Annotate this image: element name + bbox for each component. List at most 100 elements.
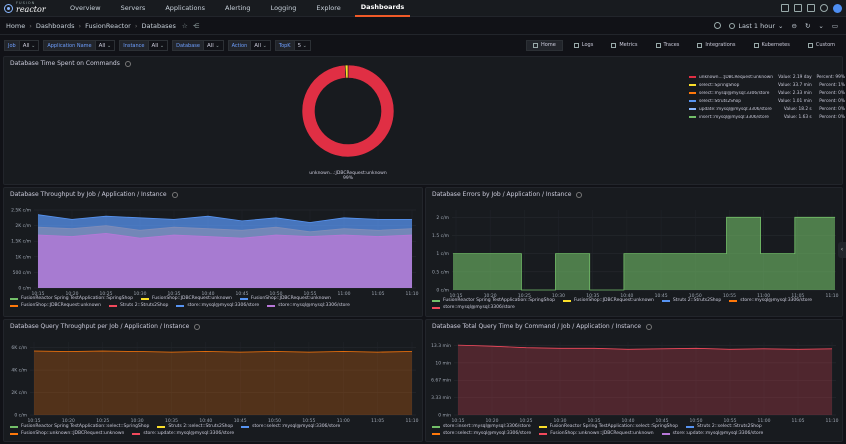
legend-item[interactable]: FusionShop::unknown::JDBCRequest:unknown — [539, 431, 654, 436]
legend-swatch — [432, 432, 440, 435]
y-tick-label: 1K c/m — [15, 254, 31, 260]
legend-item[interactable]: unknown...:JDBCRequest:unknown Value: 2.1… — [689, 73, 845, 81]
chevron-down-icon: ⌄ — [778, 21, 784, 30]
var-database[interactable]: Database All — [172, 39, 224, 51]
legend-item[interactable]: store::mysql@mysql:3306/store — [267, 303, 350, 308]
panel-query-time[interactable]: Database Total Query Time by Command / J… — [425, 319, 843, 442]
star-icon[interactable]: ☆ — [182, 22, 188, 30]
info-icon[interactable] — [576, 191, 583, 198]
legend-item[interactable]: store::select::mysql@mysql:3306/store — [241, 424, 340, 429]
tv-icon[interactable] — [794, 4, 802, 12]
legend-item[interactable]: FusionShop::JDBCRequest:unknown — [140, 296, 232, 301]
legend-item[interactable]: Struts 2::select::Struts2Shop — [686, 424, 762, 429]
legend-value: Value: 2.19 day — [778, 74, 812, 80]
breadcrumb-home[interactable]: Home — [6, 22, 25, 30]
legend-item[interactable]: store::update::mysql@mysql:3306/store — [132, 431, 234, 436]
legend-item[interactable]: insert::mysql@mysql:3306/store Value: 1.6… — [689, 113, 845, 121]
link-home[interactable]: Home — [526, 39, 563, 51]
var-job-value[interactable]: All — [19, 39, 40, 51]
legend-percent: Percent: 0% — [819, 106, 845, 112]
nav-logging[interactable]: Logging — [265, 0, 303, 17]
legend-item[interactable]: FusionReactor Spring TestApplication::se… — [10, 424, 149, 429]
link-logs[interactable]: Logs — [567, 40, 601, 51]
help-icon[interactable] — [820, 4, 828, 12]
var-application-name-value[interactable]: All — [95, 39, 116, 51]
legend-swatch — [10, 425, 18, 428]
legend-item[interactable]: FusionReactor Spring TestApplication::se… — [538, 424, 678, 429]
nav-dashboards[interactable]: Dashboards — [354, 0, 411, 17]
legend-label: Struts 2::Struts2Shop — [672, 298, 722, 303]
collapse-arrow-icon[interactable]: ‹ — [838, 242, 846, 258]
info-icon[interactable] — [646, 323, 653, 330]
legend-item[interactable]: FusionShop::JDBCRequest:unknown — [10, 303, 101, 308]
link-integrations[interactable]: Integrations — [690, 40, 742, 51]
link-metrics[interactable]: Metrics — [604, 40, 644, 51]
var-topk[interactable]: TopK 5 — [274, 39, 311, 51]
fusionreactor-logo[interactable]: FUSION reactor — [0, 0, 56, 17]
tv-mode-icon[interactable]: ▭ — [832, 22, 838, 30]
legend-item[interactable]: FusionReactor Spring TestApplication::Sp… — [10, 296, 133, 301]
settings-icon[interactable] — [714, 22, 722, 29]
panel-title-wrap: Database Query Throughput per Job / Appl… — [10, 323, 201, 330]
legend-item[interactable]: store::select::mysql@mysql:3306/store — [432, 431, 531, 436]
legend-item[interactable]: select::Struts2Shop Value: 1.01 min Percen… — [689, 97, 845, 105]
nav-overview[interactable]: Overview — [64, 0, 107, 17]
breadcrumb-folder[interactable]: FusionReactor — [85, 22, 131, 30]
zoom-out-icon[interactable]: ⊖ — [791, 22, 796, 30]
legend-item[interactable]: store::mysql@mysql:3306/store — [432, 305, 515, 310]
legend-item[interactable]: update::mysql@mysql:3306/store Value: 18.… — [689, 105, 845, 113]
info-icon[interactable] — [124, 60, 131, 67]
panel-throughput[interactable]: Database Throughput by Job / Application… — [3, 187, 423, 317]
legend-item[interactable]: select::SpringShop Value: 33.7 min Percent… — [689, 81, 845, 89]
legend-item[interactable]: store::insert::mysql@mysql:3306/store — [432, 424, 531, 429]
legend-item[interactable]: FusionShop::JDBCRequest:unknown — [239, 296, 331, 301]
breadcrumb-dashboards[interactable]: Dashboards — [36, 22, 75, 30]
legend-item[interactable]: FusionShop::unknown::JDBCRequest:unknown — [10, 431, 124, 436]
var-application-name[interactable]: Application Name All — [43, 39, 116, 51]
nav-applications[interactable]: Applications — [159, 0, 211, 17]
legend-value: Value: 33.7 min — [778, 82, 812, 88]
link-traces[interactable]: Traces — [649, 40, 687, 51]
refresh-icon[interactable]: ↻ — [805, 22, 810, 30]
logo-icon — [4, 3, 13, 13]
legend-item[interactable]: FusionReactor Spring TestApplication::Sp… — [432, 298, 555, 303]
legend-item[interactable]: Struts 2::select::Struts2Shop — [157, 424, 233, 429]
grid-icon[interactable] — [781, 4, 789, 12]
var-action[interactable]: Action All — [227, 39, 271, 51]
legend-item[interactable]: store::update::mysql@mysql:3306/store — [661, 431, 763, 436]
info-icon[interactable] — [194, 323, 201, 330]
legend-item[interactable]: FusionShop::JDBCRequest:unknown — [562, 298, 654, 303]
var-topk-value[interactable]: 5 — [294, 39, 311, 51]
link-kubernetes[interactable]: Kubernetes — [747, 40, 797, 51]
legend-name: select::Struts2Shop — [699, 98, 742, 104]
panel-errors[interactable]: Database Errors by Job / Application / I… — [425, 187, 843, 317]
panel-time-spent[interactable]: Database Time Spent on Commands unknown.… — [3, 56, 845, 185]
nav-servers[interactable]: Servers — [115, 0, 152, 17]
legend-item[interactable]: Struts 2::Struts2Shop — [108, 303, 168, 308]
panel-query-throughput[interactable]: Database Query Throughput per Job / Appl… — [3, 319, 423, 442]
var-instance[interactable]: Instance All — [119, 39, 169, 51]
share-icon[interactable]: ⋲ — [193, 22, 200, 30]
legend-swatch — [432, 299, 440, 302]
avatar[interactable] — [833, 3, 842, 13]
var-job[interactable]: Job All — [4, 39, 40, 51]
var-instance-value[interactable]: All — [148, 39, 169, 51]
var-action-value[interactable]: All — [251, 39, 271, 51]
legend-label: store::mysql@mysql:3306/store — [187, 303, 260, 308]
info-icon[interactable] — [171, 191, 178, 198]
legend-item[interactable]: store::mysql@mysql:3306/store — [176, 303, 259, 308]
time-picker[interactable]: Last 1 hour ⌄ — [729, 22, 783, 30]
link-logs-label: Logs — [581, 42, 594, 48]
link-custom[interactable]: Custom — [801, 40, 842, 51]
nav-alerting[interactable]: Alerting — [219, 0, 257, 17]
chevron-down-icon[interactable]: ⌄ — [818, 22, 823, 30]
legend-item[interactable]: Struts 2::Struts2Shop — [661, 298, 722, 303]
monitor-icon[interactable] — [807, 4, 815, 12]
var-database-value[interactable]: All — [203, 39, 224, 51]
legend-item[interactable]: store::mysql@mysql:3306/store — [729, 298, 812, 303]
legend-item[interactable]: select::mysql@mysql:3306/store Value: 2.3… — [689, 89, 845, 97]
nav-explore[interactable]: Explore — [310, 0, 346, 17]
legend-swatch — [686, 425, 694, 428]
var-topk-label: TopK — [274, 39, 295, 51]
legend-swatch — [239, 297, 248, 300]
